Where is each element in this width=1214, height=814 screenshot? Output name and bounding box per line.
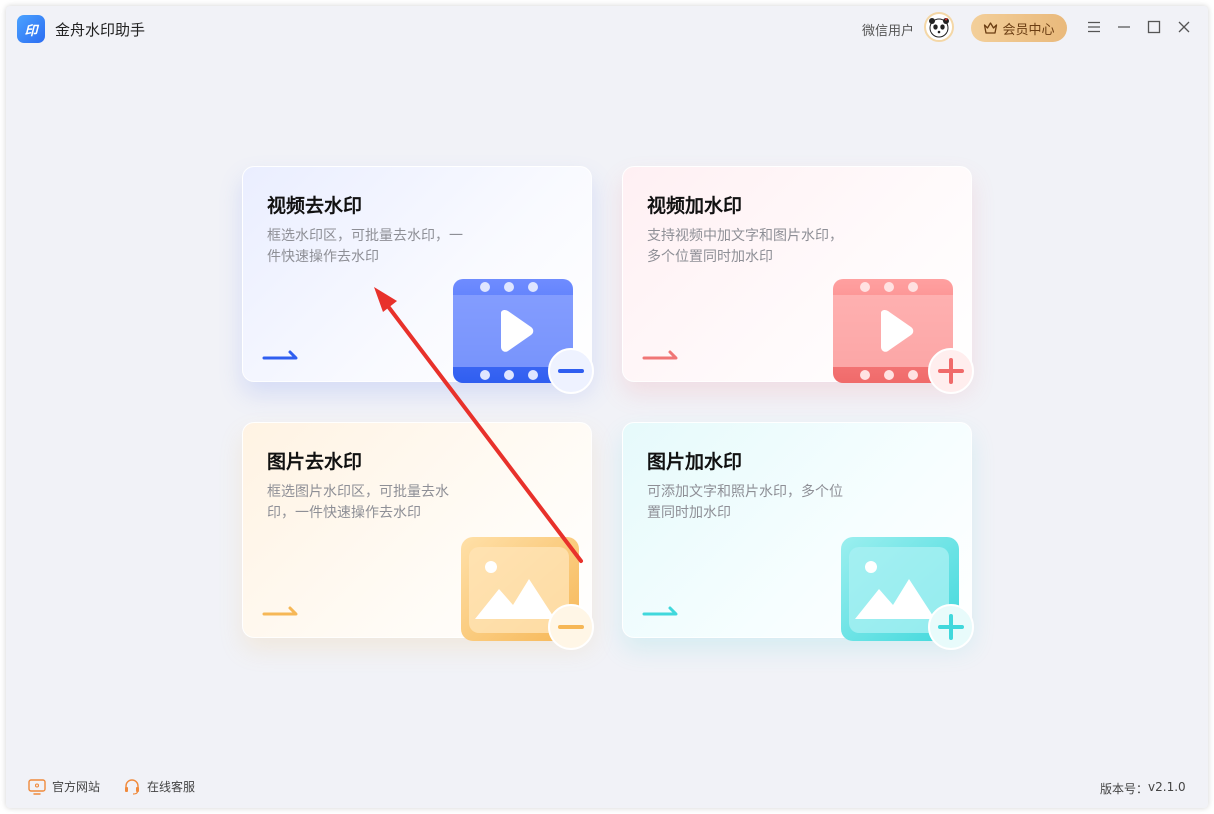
- image-add-illustration-icon: [841, 537, 974, 650]
- image-remove-watermark-card[interactable]: 图片去水印 框选图片水印区，可批量去水印，一件快速操作去水印: [242, 422, 594, 650]
- card-title: 视频去水印: [267, 195, 363, 217]
- vip-center-button[interactable]: 会员中心: [971, 14, 1067, 42]
- card-description: 框选图片水印区，可批量去水印，一件快速操作去水印: [267, 484, 449, 521]
- card-title: 视频加水印: [647, 195, 743, 217]
- version-label: 版本号：: [1100, 782, 1149, 796]
- headset-icon: [125, 778, 139, 795]
- image-remove-illustration-icon: [461, 537, 594, 650]
- hamburger-menu-icon: [1088, 21, 1100, 33]
- arrow-right-icon: [262, 350, 298, 360]
- video-add-watermark-card[interactable]: 视频加水印 支持视频中加文字和图片水印，多个位置同时加水印: [622, 166, 974, 394]
- card-description: 支持视频中加文字和图片水印，多个位置同时加水印: [647, 228, 843, 265]
- arrow-right-icon: [642, 350, 678, 360]
- official-website-label: 官方网站: [52, 780, 101, 794]
- minimize-icon: [1118, 26, 1130, 28]
- panda-avatar-icon: [929, 16, 949, 38]
- app-logo-icon: 印: [17, 15, 45, 43]
- title-bar: 印 金舟水印助手 微信用户 会员中心: [6, 6, 1208, 52]
- card-description: 框选水印区，可批量去水印，一件快速操作去水印: [267, 228, 463, 265]
- version-value: v2.1.0: [1148, 780, 1186, 794]
- app-title: 金舟水印助手: [55, 21, 146, 39]
- close-button[interactable]: [1174, 17, 1194, 37]
- maximize-button[interactable]: [1144, 17, 1164, 37]
- crown-icon: [984, 22, 998, 34]
- minimize-button[interactable]: [1114, 17, 1134, 37]
- card-description: 可添加文字和照片水印，多个位置同时加水印: [647, 484, 843, 521]
- online-service-link[interactable]: 在线客服: [123, 778, 195, 795]
- monitor-icon: [28, 778, 46, 795]
- avatar[interactable]: [924, 12, 954, 42]
- vip-center-label: 会员中心: [1002, 22, 1055, 38]
- user-name[interactable]: 微信用户: [862, 20, 914, 39]
- online-service-label: 在线客服: [147, 780, 196, 794]
- arrow-right-icon: [262, 606, 298, 616]
- official-website-link[interactable]: 官方网站: [28, 778, 100, 795]
- card-title: 图片去水印: [267, 451, 363, 473]
- image-add-watermark-card[interactable]: 图片加水印 可添加文字和照片水印，多个位置同时加水印: [622, 422, 974, 650]
- version-info: 版本号： v2.1.0: [1100, 780, 1186, 797]
- video-remove-watermark-card[interactable]: 视频去水印 框选水印区，可批量去水印，一件快速操作去水印: [242, 166, 594, 394]
- arrow-right-icon: [642, 606, 678, 616]
- menu-button[interactable]: [1084, 17, 1104, 37]
- close-icon: [1178, 21, 1190, 33]
- video-remove-illustration-icon: [453, 279, 594, 394]
- video-add-illustration-icon: [833, 279, 974, 394]
- card-title: 图片加水印: [647, 451, 743, 473]
- app-window: 印 金舟水印助手 微信用户 会员中心 视频去水印 框选水印区，可批量去水印，一件…: [6, 6, 1208, 808]
- maximize-icon: [1147, 20, 1161, 34]
